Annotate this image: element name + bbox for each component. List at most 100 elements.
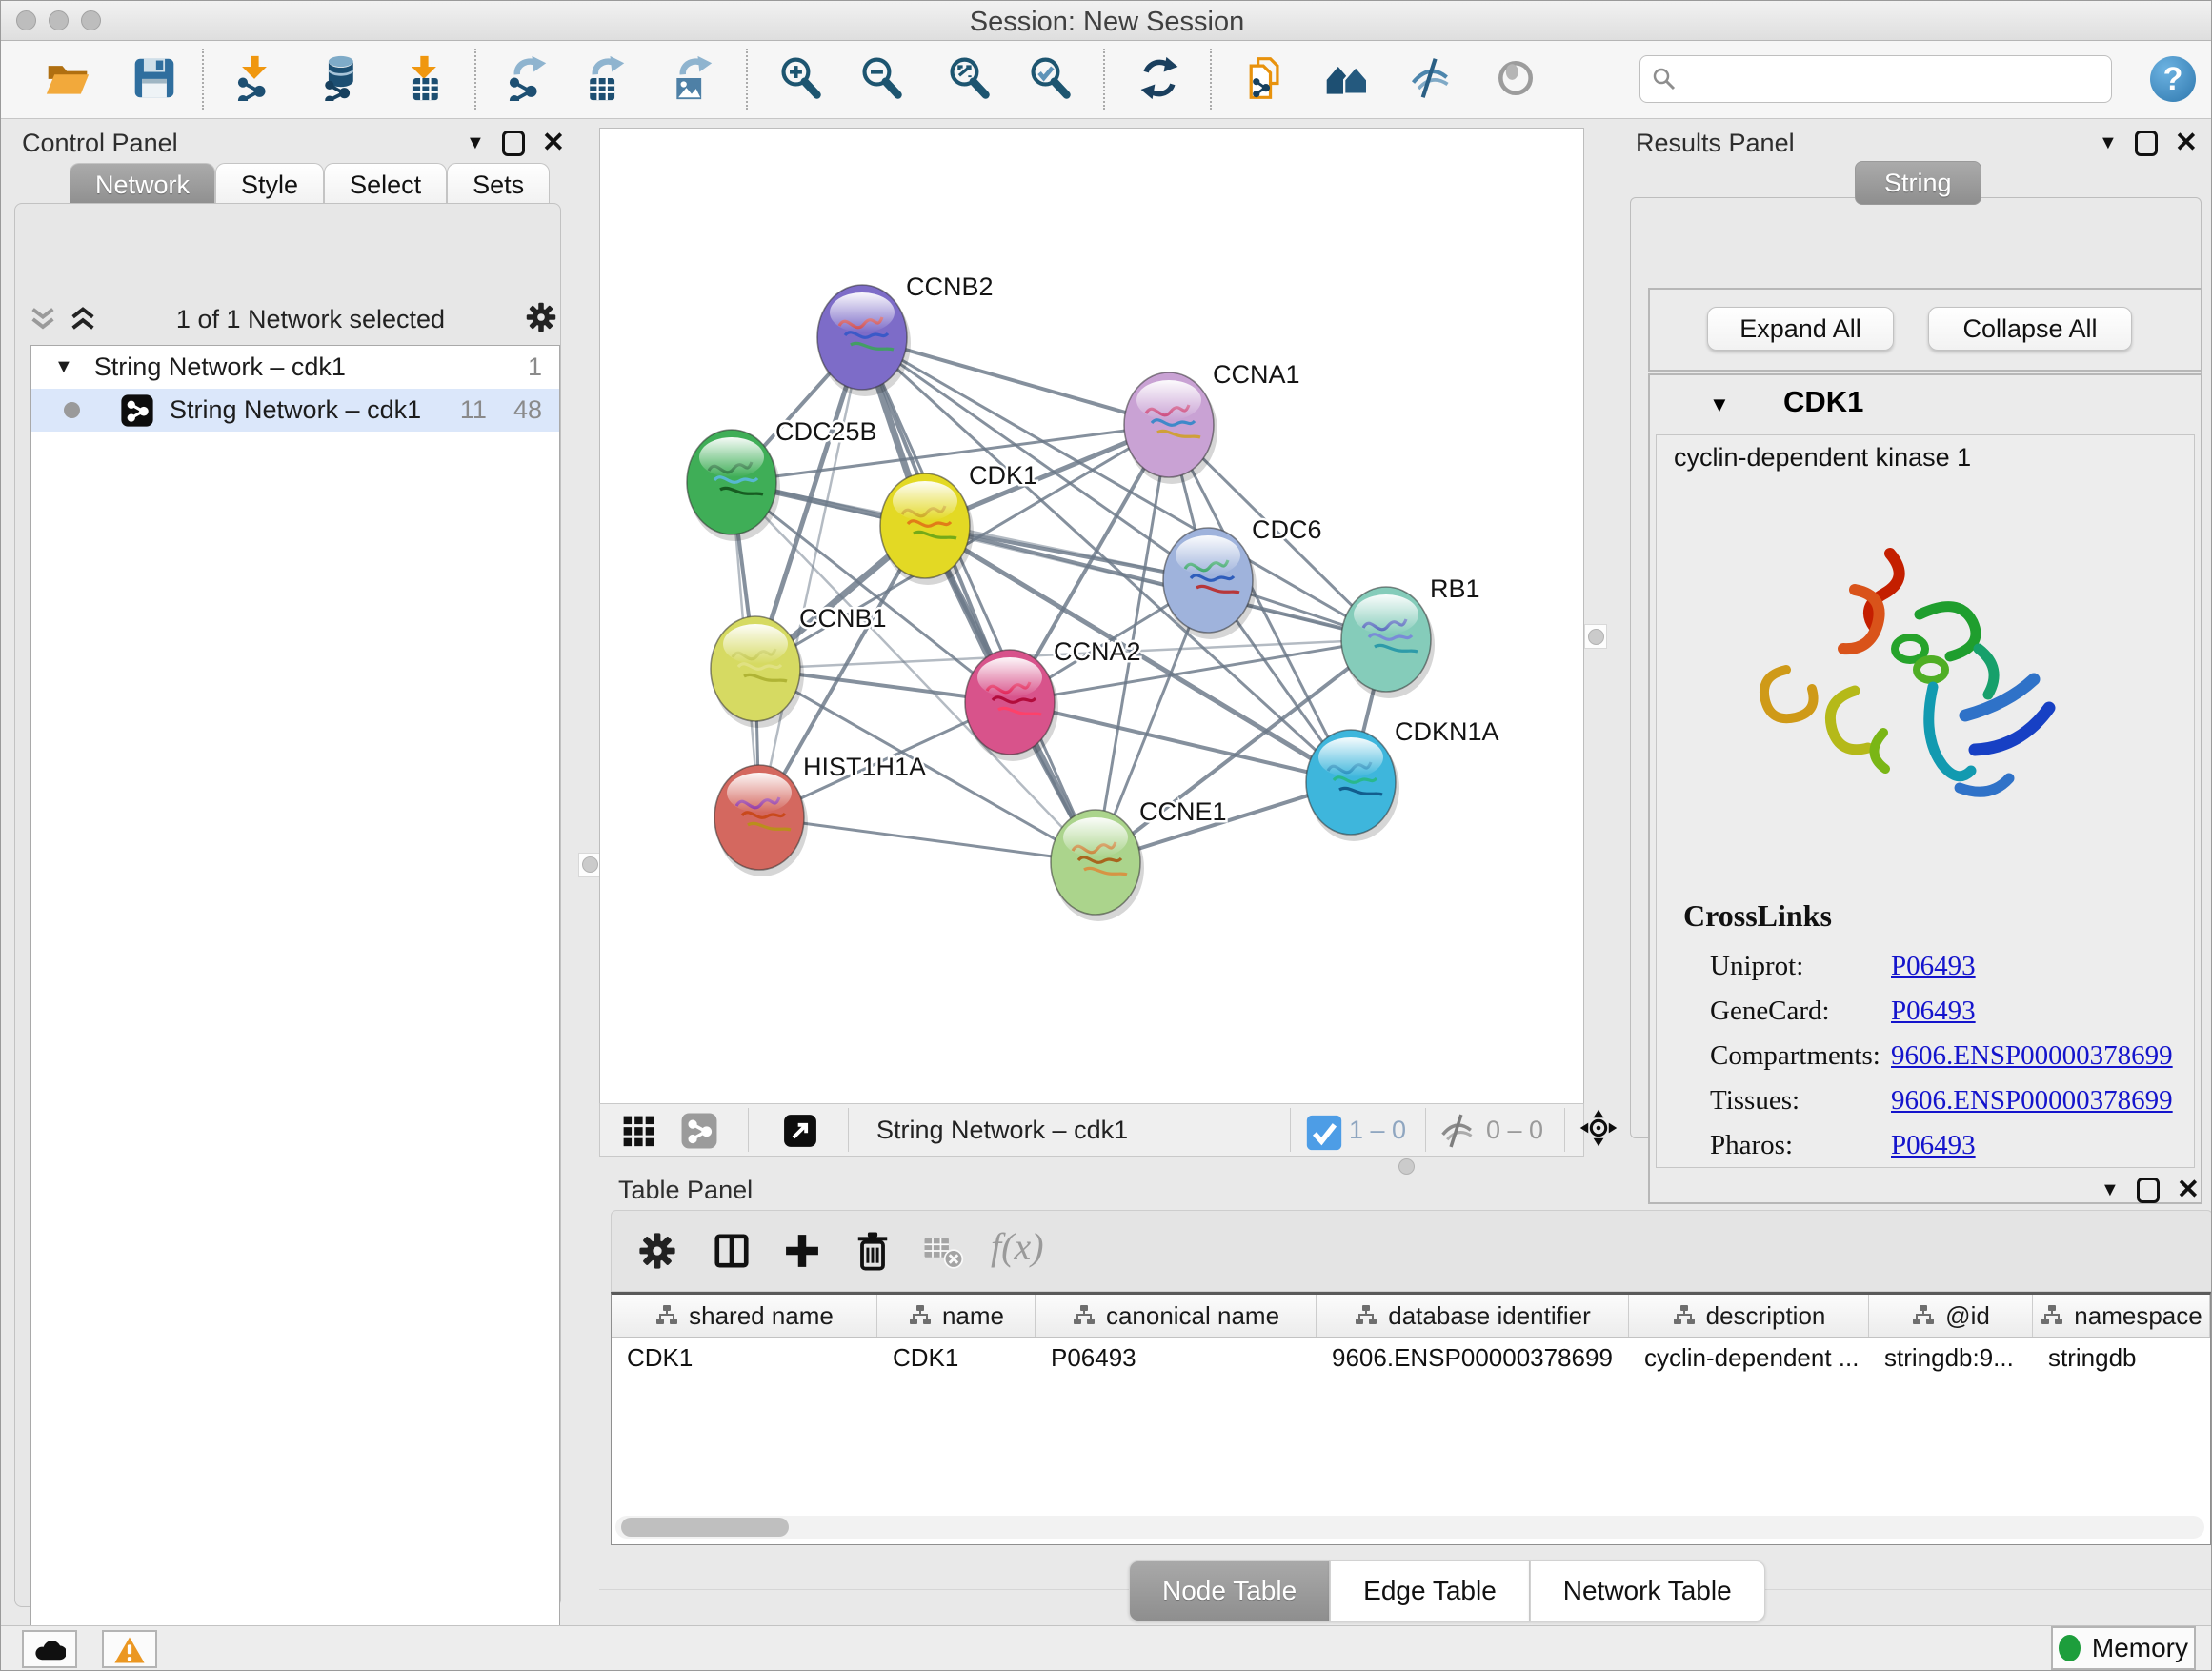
table-panel-menu-icon[interactable]: ▼: [2101, 1179, 2120, 1201]
hide-graphics-details-button[interactable]: [1406, 52, 1456, 106]
control-panel-close-icon[interactable]: ✕: [542, 131, 565, 156]
node-label-CCNA2: CCNA2: [1054, 637, 1141, 666]
network-view-canvas[interactable]: CCNB2CCNA1CDC25BCDK1CDC6RB1CCNB1CCNA2CDK…: [599, 128, 1584, 1105]
column-header-namespace[interactable]: namespace: [2033, 1295, 2210, 1337]
results-panel-menu-icon[interactable]: ▼: [2099, 132, 2118, 154]
control-panel-float-icon[interactable]: [502, 131, 525, 156]
share-network-icon[interactable]: [680, 1112, 718, 1150]
tab-sets[interactable]: Sets: [447, 163, 550, 206]
scrollbar-thumb[interactable]: [621, 1518, 789, 1537]
import-network-from-database-button[interactable]: [314, 52, 364, 106]
zoom-fit-content-button[interactable]: [945, 52, 995, 106]
expand-all-button[interactable]: Expand All: [1707, 307, 1894, 351]
table-panel-float-icon[interactable]: [2137, 1178, 2160, 1203]
results-panel-close-icon[interactable]: ✕: [2175, 131, 2198, 156]
table-cell[interactable]: 9606.ENSP00000378699: [1317, 1337, 1629, 1379]
save-session-button[interactable]: [130, 52, 179, 106]
refresh-network-view-button[interactable]: [1135, 52, 1184, 106]
detach-view-icon[interactable]: [781, 1112, 819, 1150]
left-splitter-handle[interactable]: [578, 853, 601, 877]
table-panel-close-icon[interactable]: ✕: [2177, 1178, 2200, 1203]
memory-button[interactable]: Memory: [2051, 1626, 2196, 1670]
selected-checkbox-icon[interactable]: [1305, 1114, 1337, 1146]
edge-CCNA2-CDKN1A[interactable]: [1010, 702, 1351, 782]
column-header-name[interactable]: name: [877, 1295, 1036, 1337]
tab-edge-table[interactable]: Edge Table: [1330, 1560, 1530, 1621]
network-collection-row[interactable]: ▼ String Network – cdk1 1: [31, 346, 559, 389]
zoom-out-button[interactable]: [857, 52, 907, 106]
table-cell[interactable]: stringdb: [2033, 1337, 2210, 1379]
collection-expander-icon[interactable]: ▼: [54, 356, 73, 378]
export-image-button[interactable]: [667, 52, 716, 106]
import-table-from-file-button[interactable]: [399, 52, 449, 106]
show-graphics-details-button[interactable]: [1491, 52, 1540, 106]
collapse-all-button[interactable]: Collapse All: [1928, 307, 2132, 351]
node-RB1[interactable]: RB1: [1341, 574, 1480, 698]
node-HIST1H1A[interactable]: HIST1H1A: [714, 753, 926, 876]
clone-network-button[interactable]: [1240, 52, 1290, 106]
column-header-id[interactable]: @id: [1869, 1295, 2033, 1337]
table-cell[interactable]: P06493: [1036, 1337, 1317, 1379]
show-columns-icon[interactable]: [711, 1230, 753, 1272]
hidden-eye-slash-icon[interactable]: [1438, 1112, 1477, 1150]
search-input[interactable]: [1684, 64, 2100, 95]
collapse-all-icon[interactable]: [29, 305, 57, 333]
import-network-from-file-button[interactable]: [230, 52, 279, 106]
crosslink-link[interactable]: 9606.ENSP00000378699: [1891, 1040, 2173, 1072]
tab-network-table[interactable]: Network Table: [1530, 1560, 1765, 1621]
table-cell[interactable]: cyclin-dependent ...: [1629, 1337, 1869, 1379]
network-row-selected[interactable]: String Network – cdk1 11 48: [31, 389, 559, 432]
add-column-icon[interactable]: [781, 1230, 823, 1272]
edge-CCNB2-HIST1H1A[interactable]: [759, 337, 862, 817]
network-options-gear-icon[interactable]: [524, 300, 558, 339]
open-file-button[interactable]: [43, 52, 92, 106]
node-CCNA1[interactable]: CCNA1: [1124, 360, 1300, 484]
warnings-button[interactable]: [102, 1630, 157, 1668]
table-cell[interactable]: CDK1: [612, 1337, 877, 1379]
navigate-crosshair-icon[interactable]: [1579, 1109, 1623, 1153]
crosslink-link[interactable]: P06493: [1891, 1130, 1976, 1161]
column-header-canonicalname[interactable]: canonical name: [1036, 1295, 1317, 1337]
tab-string[interactable]: String: [1855, 161, 1981, 205]
search-box[interactable]: [1639, 55, 2112, 103]
delete-column-icon[interactable]: [852, 1230, 894, 1272]
help-button[interactable]: ?: [2150, 56, 2196, 102]
column-header-description[interactable]: description: [1629, 1295, 1869, 1337]
gene-expander-icon[interactable]: ▼: [1709, 393, 1730, 417]
grid-view-icon[interactable]: [619, 1112, 657, 1150]
column-header-sharedname[interactable]: shared name: [612, 1295, 877, 1337]
edge-HIST1H1A-CCNE1[interactable]: [759, 817, 1096, 862]
node-CDK1[interactable]: CDK1: [880, 461, 1037, 585]
crosslink-link[interactable]: 9606.ENSP00000378699: [1891, 1085, 2173, 1117]
table-settings-gear-icon[interactable]: [636, 1230, 678, 1272]
column-header-databaseidentifier[interactable]: database identifier: [1317, 1295, 1629, 1337]
table-cell[interactable]: stringdb:9...: [1869, 1337, 2033, 1379]
edge-CCNB2-CCNE1[interactable]: [862, 337, 1096, 862]
table-row[interactable]: CDK1CDK1P064939606.ENSP00000378699cyclin…: [612, 1337, 2210, 1379]
control-panel-menu-icon[interactable]: ▼: [466, 132, 485, 154]
node-CCNB1[interactable]: CCNB1: [711, 604, 887, 728]
tab-node-table[interactable]: Node Table: [1129, 1560, 1330, 1621]
tab-style[interactable]: Style: [215, 163, 324, 206]
horizontal-scrollbar[interactable]: [615, 1516, 2204, 1539]
results-panel-float-icon[interactable]: [2135, 131, 2158, 156]
crosslink-label: Tissues:: [1710, 1085, 1891, 1117]
node-CDC6[interactable]: CDC6: [1163, 515, 1322, 639]
table-cell[interactable]: CDK1: [877, 1337, 1036, 1379]
expand-all-icon[interactable]: [69, 305, 97, 333]
node-CCNE1[interactable]: CCNE1: [1051, 797, 1227, 921]
node-CDKN1A[interactable]: CDKN1A: [1306, 717, 1499, 841]
export-table-to-file-button[interactable]: [579, 52, 629, 106]
gene-header[interactable]: ▼ CDK1: [1650, 375, 2201, 433]
right-splitter-handle[interactable]: [1584, 624, 1607, 649]
export-network-to-file-button[interactable]: [501, 52, 551, 106]
tab-network[interactable]: Network: [70, 163, 215, 206]
cloud-status-button[interactable]: [22, 1630, 77, 1668]
crosslink-link[interactable]: P06493: [1891, 951, 1976, 982]
zoom-selected-region-button[interactable]: [1026, 52, 1076, 106]
houses-button[interactable]: [1321, 52, 1371, 106]
network-graph[interactable]: CCNB2CCNA1CDC25BCDK1CDC6RB1CCNB1CCNA2CDK…: [600, 129, 1583, 1104]
zoom-in-button[interactable]: [776, 52, 826, 106]
crosslink-link[interactable]: P06493: [1891, 996, 1976, 1027]
tab-select[interactable]: Select: [324, 163, 447, 206]
